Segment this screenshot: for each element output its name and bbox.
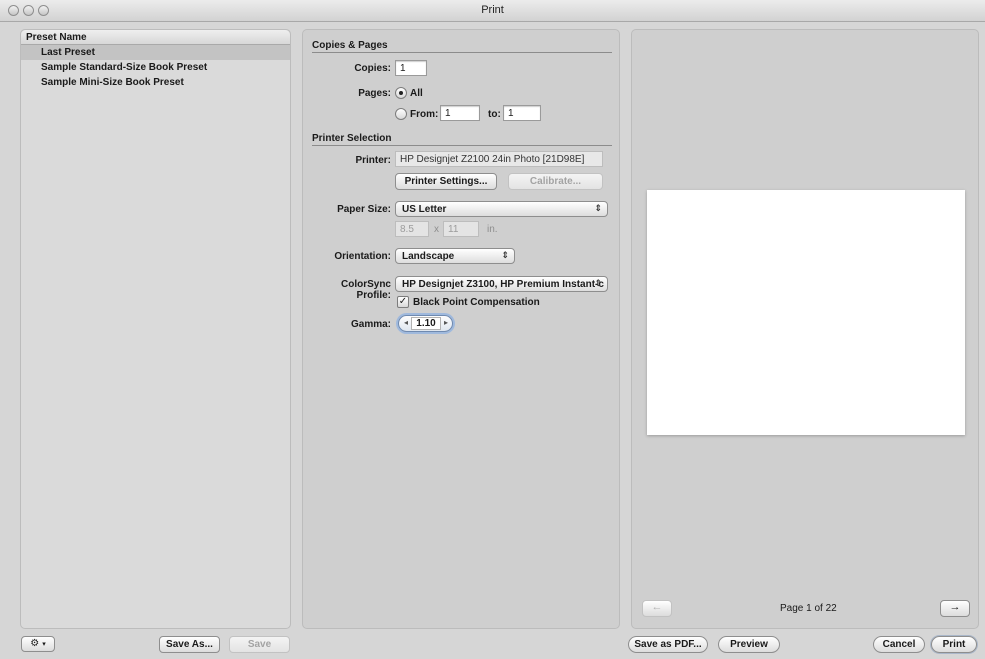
preset-item-last-preset[interactable]: Last Preset <box>21 45 290 60</box>
section-divider <box>312 145 612 146</box>
preset-actions-menu-button[interactable]: ⚙ ▾ <box>21 636 55 652</box>
printer-selection-title: Printer Selection <box>312 133 392 144</box>
pages-all-radio[interactable] <box>395 87 407 99</box>
black-point-compensation-label: Black Point Compensation <box>413 297 540 308</box>
pages-label: Pages: <box>358 88 391 99</box>
black-point-compensation-checkbox[interactable]: ✓ <box>397 296 409 308</box>
cancel-button[interactable]: Cancel <box>873 636 925 653</box>
page-indicator: Page 1 of 22 <box>780 603 837 614</box>
pages-to-label: to: <box>488 109 501 120</box>
orientation-value: Landscape <box>402 251 455 262</box>
preview-button[interactable]: Preview <box>718 636 780 653</box>
gamma-stepper[interactable]: ◂ 1.10 ▸ <box>398 315 453 332</box>
gear-icon: ⚙ <box>30 638 40 649</box>
pages-to-field[interactable]: 1 <box>503 105 541 121</box>
printer-field: HP Designjet Z2100 24in Photo [21D98E] <box>395 151 603 167</box>
paper-units-label: in. <box>487 224 498 235</box>
printer-settings-button[interactable]: Printer Settings... <box>395 173 497 190</box>
colorsync-profile-label: ColorSync Profile: <box>340 279 391 301</box>
preset-list: Preset Name Last Preset Sample Standard-… <box>20 29 291 629</box>
save-button[interactable]: Save <box>229 636 290 653</box>
paper-size-label: Paper Size: <box>337 204 391 215</box>
decrement-icon[interactable]: ◂ <box>404 318 408 327</box>
copies-field[interactable]: 1 <box>395 60 427 76</box>
pages-all-label: All <box>410 88 423 99</box>
printer-label: Printer: <box>355 155 391 166</box>
copies-pages-title: Copies & Pages <box>312 40 388 51</box>
next-page-button[interactable]: → <box>940 600 970 617</box>
previous-page-button[interactable]: ← <box>642 600 672 617</box>
paper-size-value: US Letter <box>402 204 447 215</box>
title-bar: Print <box>0 0 985 22</box>
paper-height-field: 11 <box>443 221 479 237</box>
paper-x-label: x <box>434 224 439 235</box>
preset-item-mini-book[interactable]: Sample Mini-Size Book Preset <box>21 75 290 90</box>
section-divider <box>312 52 612 53</box>
page-preview <box>647 190 965 435</box>
pages-from-label: From: <box>410 109 439 120</box>
save-as-button[interactable]: Save As... <box>159 636 220 653</box>
paper-width-field: 8.5 <box>395 221 429 237</box>
preset-list-header: Preset Name <box>21 30 290 45</box>
print-settings-panel: Copies & Pages Copies: 1 Pages: All From… <box>302 29 620 629</box>
arrow-right-icon: → <box>949 601 961 613</box>
preview-panel: ← Page 1 of 22 → <box>631 29 979 629</box>
popup-arrows-icon: ⇕ <box>501 250 509 260</box>
calibrate-button[interactable]: Calibrate... <box>508 173 603 190</box>
preset-item-standard-book[interactable]: Sample Standard-Size Book Preset <box>21 60 290 75</box>
popup-arrows-icon: ⇕ <box>594 278 602 288</box>
print-button[interactable]: Print <box>931 636 977 653</box>
chevron-down-icon: ▾ <box>42 641 46 648</box>
window-title: Print <box>481 4 504 16</box>
orientation-label: Orientation: <box>334 251 391 262</box>
pages-from-field[interactable]: 1 <box>440 105 480 121</box>
arrow-left-icon: ← <box>651 601 663 613</box>
colorsync-profile-value: HP Designjet Z3100, HP Premium Instant-c <box>402 279 604 290</box>
orientation-popup[interactable]: Landscape ⇕ <box>395 248 515 264</box>
save-as-pdf-button[interactable]: Save as PDF... <box>628 636 708 653</box>
gamma-value[interactable]: 1.10 <box>411 317 441 330</box>
paper-size-popup[interactable]: US Letter ⇕ <box>395 201 608 217</box>
gamma-label: Gamma: <box>350 319 391 330</box>
pages-from-radio[interactable] <box>395 108 407 120</box>
popup-arrows-icon: ⇕ <box>594 203 602 213</box>
colorsync-profile-popup[interactable]: HP Designjet Z3100, HP Premium Instant-c… <box>395 276 608 292</box>
increment-icon[interactable]: ▸ <box>444 318 448 327</box>
copies-label: Copies: <box>354 63 391 74</box>
